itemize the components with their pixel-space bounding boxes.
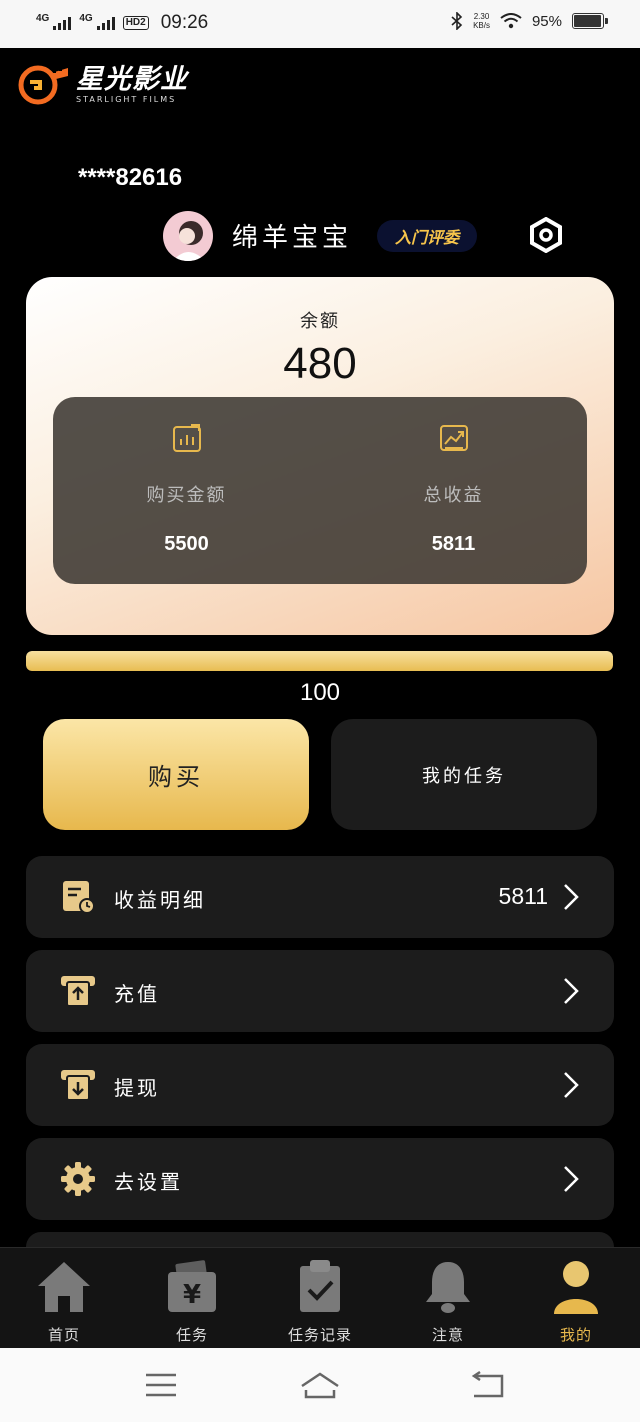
menu-icon[interactable]	[141, 1370, 181, 1400]
nav-item-task-records[interactable]: 任务记录	[256, 1248, 384, 1348]
signal-icon	[53, 16, 72, 30]
nav-item-home[interactable]: 首页	[0, 1248, 128, 1348]
brand-name: 星光影业	[76, 64, 188, 95]
menu-label: 充值	[114, 982, 160, 1006]
nickname: 绵羊宝宝	[232, 223, 353, 253]
hd-voice-icon: HD2	[122, 16, 149, 30]
network-type-2: 4G	[79, 12, 93, 24]
buy-button[interactable]: 购买	[43, 719, 309, 830]
progress-bar	[26, 651, 613, 671]
nav-label: 任务记录	[287, 1326, 352, 1344]
balance-label: 余额	[300, 311, 340, 332]
total-earnings-label: 总收益	[423, 485, 484, 506]
progress-value: 100	[299, 679, 341, 706]
menu-item-earnings-detail[interactable]: 收益明细 5811	[26, 856, 614, 938]
task-icon: ¥	[168, 1260, 216, 1312]
wifi-icon	[500, 13, 522, 29]
withdraw-icon	[61, 1070, 95, 1101]
menu-label: 收益明细	[114, 888, 206, 912]
total-earnings-value: 5811	[431, 533, 476, 555]
purchase-amount-label: 购买金额	[146, 485, 227, 506]
network-speed: 2.30 KB/s	[473, 12, 490, 30]
settings-icon[interactable]	[528, 217, 564, 253]
nav-label: 首页	[47, 1326, 80, 1344]
clock: 09:26	[160, 12, 209, 33]
menu-label: 去设置	[114, 1170, 183, 1194]
level-badge: 入门评委	[377, 220, 477, 252]
balance-card: 余额 480 购买金额 5500 总收益 5811	[26, 277, 614, 635]
nav-label: 注意	[431, 1326, 464, 1344]
brand-subtitle: STARLIGHT FILMS	[76, 95, 177, 104]
progress-fill	[26, 651, 613, 671]
battery-percent: 95%	[531, 12, 562, 30]
user-icon	[554, 1261, 598, 1314]
my-tasks-button[interactable]: 我的任务	[331, 719, 597, 830]
menu-item-withdraw[interactable]: 提现	[26, 1044, 614, 1126]
total-earnings-stat: 总收益 5811	[320, 397, 587, 584]
chevron-right-icon	[564, 884, 579, 910]
chevron-right-icon	[564, 978, 579, 1004]
chevron-right-icon	[564, 1072, 579, 1098]
brand-logo: 星光影业 STARLIGHT FILMS	[18, 64, 188, 106]
purchase-amount-stat: 购买金额 5500	[53, 397, 320, 584]
bar-chart-icon	[173, 424, 201, 452]
menu-label: 提现	[114, 1076, 160, 1100]
nav-label: 我的	[559, 1326, 592, 1344]
bell-icon	[426, 1262, 470, 1313]
system-nav-bar	[0, 1348, 640, 1422]
status-bar: 4G 4G HD2 09:26 2.30 KB/s 95%	[0, 0, 640, 48]
avatar[interactable]	[163, 211, 213, 261]
avatar-image	[173, 221, 205, 261]
starlight-logo-icon	[18, 65, 68, 105]
back-icon[interactable]	[468, 1370, 508, 1400]
network-type: 4G	[36, 12, 50, 24]
gear-icon	[61, 1162, 95, 1196]
home-icon	[38, 1262, 90, 1312]
signal-icon-2	[96, 16, 115, 30]
nav-item-mine[interactable]: 我的	[512, 1248, 640, 1348]
menu-item-settings[interactable]: 去设置	[26, 1138, 614, 1220]
nav-label: 任务	[175, 1326, 208, 1344]
purchase-amount-value: 5500	[164, 533, 209, 555]
nav-item-task[interactable]: ¥ 任务	[128, 1248, 256, 1348]
bluetooth-icon	[451, 12, 463, 30]
earnings-detail-icon	[63, 881, 95, 914]
clipboard-icon	[300, 1260, 340, 1312]
menu-value: 5811	[498, 883, 548, 909]
svg-text:¥: ¥	[183, 1280, 201, 1310]
home-button-icon[interactable]	[300, 1370, 340, 1400]
chevron-right-icon	[564, 1166, 579, 1192]
trend-chart-icon	[440, 425, 468, 451]
bottom-nav: 首页 ¥ 任务 任务记录 注意 我的	[0, 1247, 640, 1348]
menu-item-recharge[interactable]: 充值	[26, 950, 614, 1032]
balance-value: 480	[283, 339, 357, 388]
nav-item-notice[interactable]: 注意	[384, 1248, 512, 1348]
recharge-icon	[61, 976, 95, 1007]
account-id: ****82616	[78, 164, 183, 191]
battery-icon	[572, 13, 608, 29]
stats-panel: 购买金额 5500 总收益 5811	[53, 397, 587, 584]
